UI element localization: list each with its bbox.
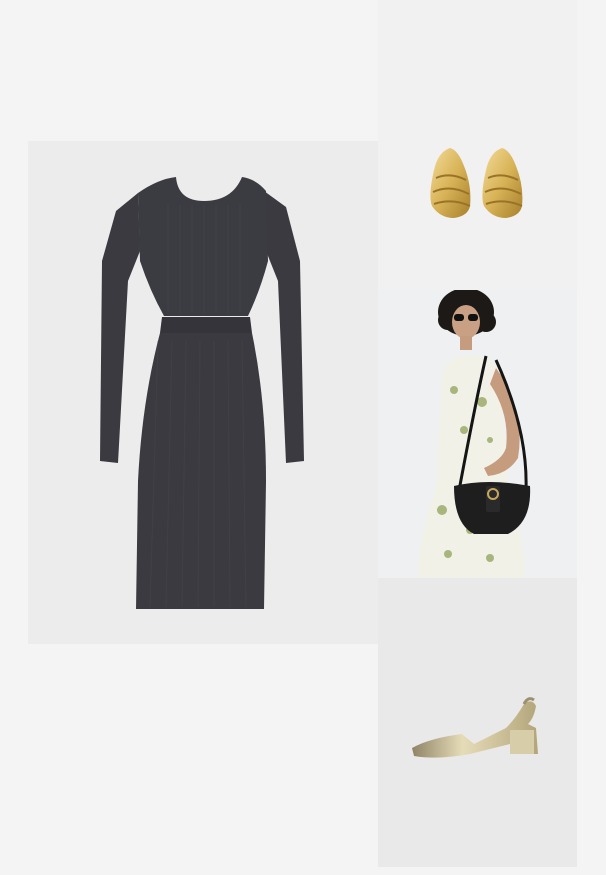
earrings-illustration <box>430 148 523 218</box>
shoe-illustration <box>412 697 538 758</box>
right-earring <box>482 148 523 218</box>
bag-model-illustration <box>418 290 531 578</box>
earrings-product-image[interactable] <box>378 0 577 290</box>
outfit-board <box>0 0 606 875</box>
bag-model-image[interactable] <box>378 290 577 578</box>
left-earring <box>430 148 471 218</box>
dress-product-image[interactable] <box>28 141 378 644</box>
dress-illustration <box>100 177 304 609</box>
shoe-product-image[interactable] <box>378 578 577 867</box>
